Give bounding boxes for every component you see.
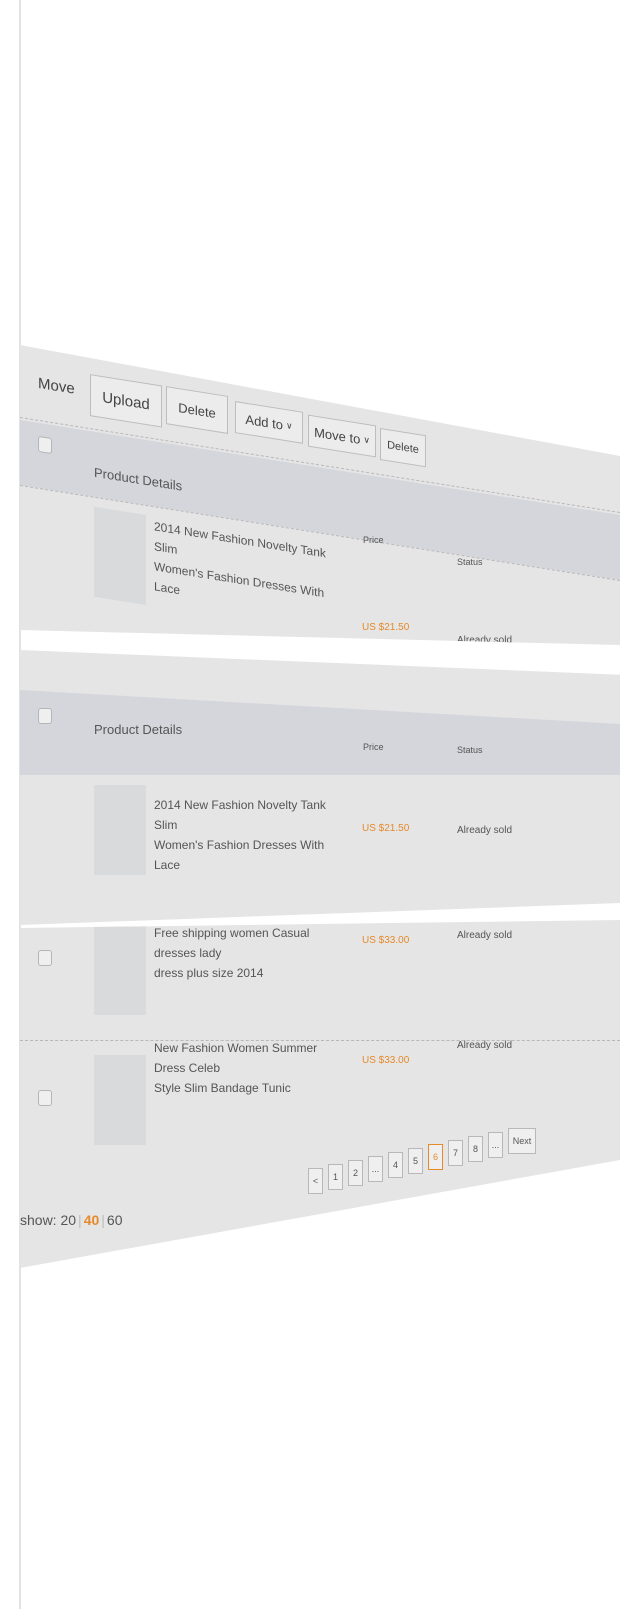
delete-button[interactable]: Delete xyxy=(166,386,228,434)
product-status: Already sold xyxy=(457,825,513,836)
product-thumbnail[interactable] xyxy=(94,785,146,875)
page-button[interactable]: ... xyxy=(488,1132,503,1158)
add-to-label: Add to xyxy=(245,411,283,433)
product-price: US $21.50 xyxy=(362,622,410,633)
select-all-checkbox[interactable] xyxy=(38,435,52,455)
page-button[interactable]: 6 xyxy=(428,1144,443,1170)
move-to-label: Move to xyxy=(314,424,361,447)
page-size-selector: show: 20 | 40 | 60 xyxy=(20,1212,122,1228)
product-title[interactable]: New Fashion Women Summer Dress Celeb Sty… xyxy=(154,1038,334,1098)
price-column-header[interactable]: Price xyxy=(363,742,384,752)
product-panel-bottom: Free shipping women Casual dresses lady … xyxy=(20,920,620,1268)
delete-secondary-button[interactable]: Delete xyxy=(380,428,426,468)
page-button[interactable]: 7 xyxy=(448,1140,463,1166)
page-size-option[interactable]: 60 xyxy=(107,1212,123,1228)
product-price: US $21.50 xyxy=(362,823,410,834)
prev-page-button[interactable]: < xyxy=(308,1168,323,1194)
page-size-separator: | xyxy=(101,1212,105,1228)
price-column-header[interactable]: Price xyxy=(363,535,384,545)
page-button[interactable]: ... xyxy=(368,1156,383,1182)
page-size-options: 20 | 40 | 60 xyxy=(60,1212,122,1228)
product-thumbnail[interactable] xyxy=(94,1055,146,1145)
product-title[interactable]: Free shipping women Casual dresses lady … xyxy=(154,923,334,983)
page-button[interactable]: 2 xyxy=(348,1160,363,1186)
status-column-header[interactable]: Status xyxy=(457,557,483,567)
page-size-label: show: xyxy=(20,1212,57,1228)
product-status: Already sold xyxy=(457,635,513,645)
product-panel-top: Move Upload Delete Add to ∨ Move to ∨ De… xyxy=(20,345,620,645)
page-size-option[interactable]: 40 xyxy=(84,1212,100,1228)
product-price: US $33.00 xyxy=(362,1055,410,1066)
page-size-option[interactable]: 20 xyxy=(60,1212,76,1228)
product-price: US $33.00 xyxy=(362,935,410,946)
select-all-checkbox[interactable] xyxy=(38,708,52,724)
product-details-header: Product Details xyxy=(94,722,183,737)
move-to-dropdown[interactable]: Move to ∨ xyxy=(308,414,376,458)
product-title[interactable]: 2014 New Fashion Novelty Tank Slim Women… xyxy=(154,516,334,625)
product-panel-middle: Product Details Price Status 2014 New Fa… xyxy=(20,650,620,925)
row-checkbox[interactable] xyxy=(38,1090,52,1106)
page-button[interactable]: 1 xyxy=(328,1164,343,1190)
row-checkbox[interactable] xyxy=(38,950,52,966)
next-page-button[interactable]: Next xyxy=(508,1128,536,1154)
move-button[interactable]: Move xyxy=(38,375,75,398)
product-title[interactable]: 2014 New Fashion Novelty Tank Slim Women… xyxy=(154,795,334,875)
chevron-down-icon: ∨ xyxy=(363,433,370,445)
product-status: Already sold xyxy=(457,930,513,941)
product-status: Already sold xyxy=(457,1040,513,1051)
page-button[interactable]: 5 xyxy=(408,1148,423,1174)
add-to-dropdown[interactable]: Add to ∨ xyxy=(235,401,303,444)
chevron-down-icon: ∨ xyxy=(286,419,293,431)
product-thumbnail[interactable] xyxy=(94,925,146,1015)
page-button[interactable]: 4 xyxy=(388,1152,403,1178)
product-thumbnail[interactable] xyxy=(94,506,146,605)
status-column-header[interactable]: Status xyxy=(457,745,483,755)
page-button[interactable]: 8 xyxy=(468,1136,483,1162)
page-size-separator: | xyxy=(78,1212,82,1228)
upload-button[interactable]: Upload xyxy=(90,374,162,428)
